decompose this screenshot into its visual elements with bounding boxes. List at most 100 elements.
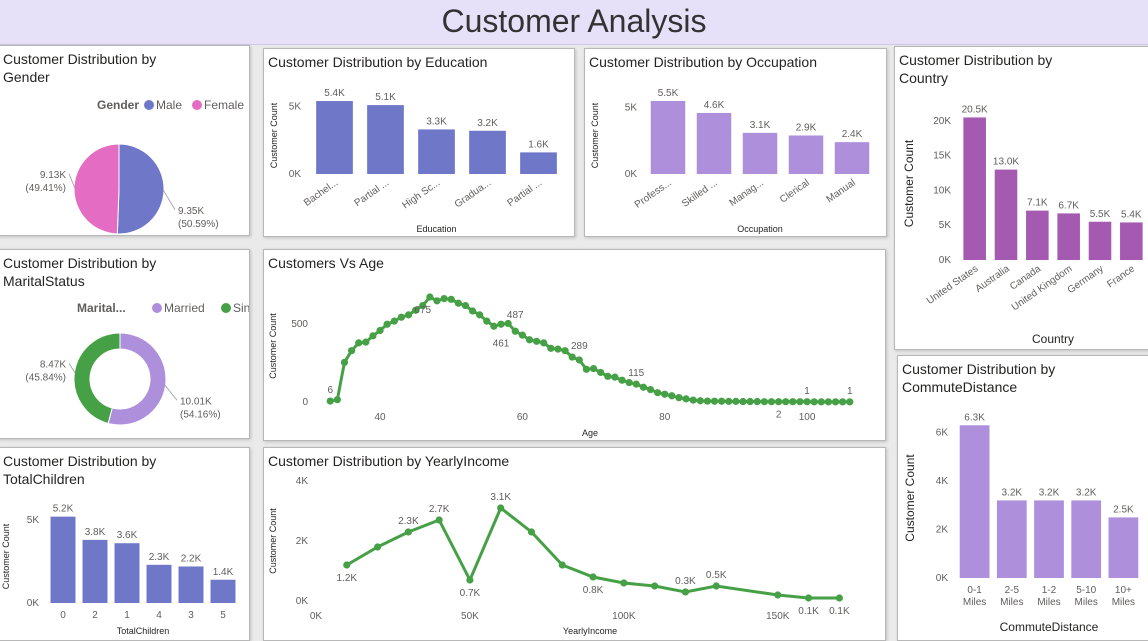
bar — [469, 130, 506, 174]
data-point — [846, 398, 854, 406]
chart-svg: Gender Male Female 9.35K (50.59%) 9.13K (49.41… — [25, 98, 244, 235]
data-label: 2.2K — [181, 553, 202, 564]
data-point — [774, 398, 783, 406]
marital-chart-panel[interactable]: Customer Distribution by MaritalStatus Ma… — [0, 249, 250, 439]
data-label: 6 — [327, 385, 333, 396]
data-label: 2.5K — [1113, 504, 1134, 515]
children-chart-panel[interactable]: Customer Distribution by TotalChildren 0K… — [0, 447, 250, 641]
x-tick-label: Miles — [1112, 597, 1135, 608]
x-tick-label: 5-10 — [1076, 585, 1096, 596]
gender-chart-panel[interactable]: Customer Distribution by Gender Gender Mal… — [0, 45, 250, 236]
data-point — [454, 299, 462, 307]
bar — [178, 566, 204, 603]
bar — [1120, 222, 1143, 260]
occupation-chart-panel[interactable]: Customer Distribution by Occupation 0K 5K C… — [584, 48, 887, 237]
bar — [146, 564, 172, 603]
y-axis-title: Customer Count — [1, 523, 11, 589]
data-label: 9.35K — [178, 206, 204, 217]
x-tick-label: Partial ... — [506, 177, 545, 209]
x-tick-label: 0 — [60, 610, 66, 621]
pie-slice — [116, 143, 165, 235]
data-point — [483, 317, 491, 325]
bar — [114, 543, 140, 603]
data-point — [362, 338, 370, 346]
x-tick-label: 50K — [461, 611, 479, 622]
data-point — [340, 358, 349, 366]
data-point — [540, 339, 548, 347]
data-point — [497, 320, 505, 328]
age-chart-panel[interactable]: Customers Vs Age 0 500 40 60 80 100 Customer Co… — [263, 249, 886, 441]
chart-svg: 0K 5K Customer Count 5.2K 0 3.8K 2 3.6K 1 2.3K 4 2.… — [1, 504, 236, 636]
data-label: 1 — [804, 386, 810, 397]
y-tick-label: 15K — [933, 151, 951, 162]
education-chart-panel[interactable]: Customer Distribution by Education 0K 5K Cu… — [263, 48, 575, 237]
data-point — [839, 398, 847, 406]
data-label: 2.3K — [149, 552, 170, 563]
income-chart-panel[interactable]: Customer Distribution by YearlyIncome 0K 2… — [263, 447, 886, 641]
data-label: 487 — [507, 310, 524, 321]
x-tick-label: 100 — [799, 412, 816, 423]
data-label: 1 — [847, 386, 853, 397]
data-label: 5.2K — [53, 504, 74, 515]
chart-svg: 0K 5K Customer Count 5.5K Profess... 4.6K Skil… — [590, 88, 870, 234]
data-point — [746, 397, 754, 406]
data-label: 3.2K — [1002, 487, 1023, 498]
data-label: 9.13K — [40, 170, 66, 181]
bar — [520, 152, 557, 174]
data-point — [554, 345, 562, 353]
bar — [367, 105, 404, 174]
data-point — [533, 337, 541, 345]
data-label: (45.84%) — [25, 373, 66, 384]
x-tick-label: 60 — [517, 412, 529, 423]
bar — [834, 142, 870, 174]
x-tick-label: Miles — [963, 597, 986, 608]
y-tick-label: 5K — [939, 220, 952, 231]
data-label: 1.6K — [528, 139, 549, 150]
data-point — [447, 295, 455, 303]
data-point — [333, 396, 341, 404]
x-tick-label: United States — [925, 263, 980, 306]
data-point — [476, 311, 484, 319]
x-tick-label: France — [1105, 263, 1137, 290]
x-tick-label: Partial ... — [353, 177, 392, 209]
data-label: 3.2K — [1039, 487, 1060, 498]
data-label: 3.1K — [750, 120, 771, 131]
page-header: Customer Analysis — [0, 0, 1148, 45]
bar — [1026, 210, 1049, 260]
data-point — [835, 594, 843, 602]
country-chart-panel[interactable]: Customer Distribution by Country 0K 5K 10K 1… — [894, 46, 1148, 350]
legend-item: Single — [233, 301, 250, 315]
data-label: 10.01K — [180, 396, 212, 407]
y-axis-title: Customer Count — [268, 313, 278, 379]
bar — [418, 129, 455, 174]
legend-title: Marital... — [77, 301, 126, 315]
leader-line — [162, 189, 176, 210]
data-point — [558, 561, 566, 569]
x-tick-label: 150K — [766, 611, 790, 622]
data-label: (50.59%) — [178, 219, 219, 230]
x-axis-title: Age — [582, 428, 598, 438]
data-point — [710, 397, 719, 405]
data-label: 1.4K — [213, 567, 234, 578]
data-point — [355, 339, 363, 347]
legend-marker — [192, 100, 202, 110]
data-label: 3.8K — [85, 527, 106, 538]
y-tick-label: 6K — [936, 428, 949, 439]
data-label: 5.5K — [658, 88, 679, 99]
chart-svg: 0 500 40 60 80 100 Customer Count Age 6 675 461 487… — [268, 293, 854, 438]
x-tick-label: Miles — [1000, 597, 1023, 608]
bar — [742, 132, 778, 174]
data-point — [661, 390, 669, 398]
legend-marker — [221, 303, 231, 313]
data-point — [326, 397, 334, 405]
data-point — [620, 579, 628, 587]
commute-chart-panel[interactable]: Customer Distribution by CommuteDistance… — [897, 355, 1148, 641]
chart-svg: 0K 5K Customer Count 5.4K Bachel... 5.1K Parti… — [269, 88, 557, 234]
y-tick-label: 500 — [291, 319, 308, 330]
data-point — [568, 353, 576, 361]
chart-svg: Marital... Married Single 10.01K (54.16%) 8.4… — [25, 301, 250, 426]
data-point — [654, 389, 662, 397]
data-label: (54.16%) — [180, 409, 221, 420]
x-tick-label: 100K — [612, 611, 636, 622]
legend-item: Married — [164, 301, 205, 315]
